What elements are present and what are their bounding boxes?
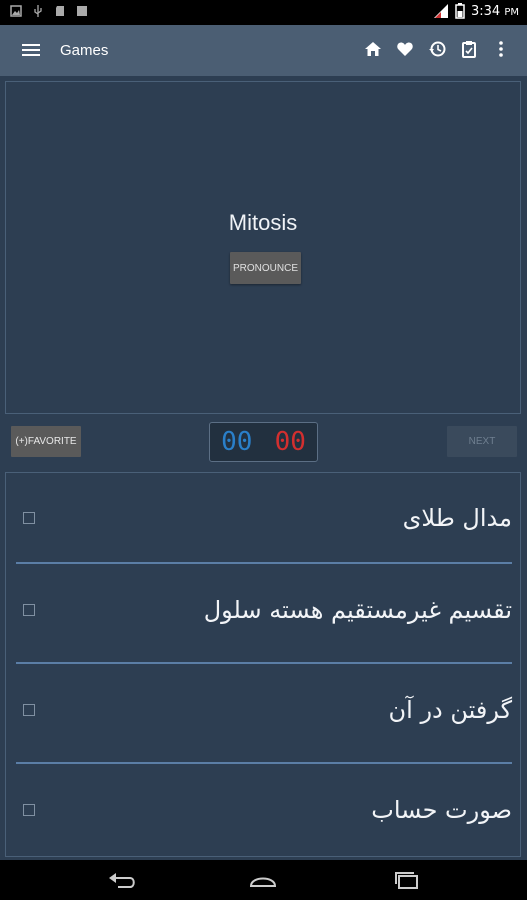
option-3[interactable]: گرفتن در آن [6, 665, 520, 755]
status-bar: 3:34 PM [0, 0, 527, 25]
heart-icon[interactable] [395, 39, 415, 59]
option-checkbox[interactable] [23, 704, 35, 716]
option-checkbox[interactable] [23, 804, 35, 816]
home-icon[interactable] [363, 39, 383, 59]
status-right: 3:34 PM [433, 3, 519, 19]
menu-icon[interactable] [22, 41, 42, 59]
back-icon[interactable] [106, 868, 140, 892]
option-4[interactable]: صورت حساب [6, 765, 520, 855]
notification-icons [10, 5, 88, 17]
score-wrong: 00 [274, 427, 306, 457]
clock: 3:34 PM [470, 3, 519, 19]
option-checkbox[interactable] [23, 604, 35, 616]
home-nav-icon[interactable] [246, 868, 280, 892]
option-divider [16, 662, 512, 664]
option-text: صورت حساب [371, 796, 512, 824]
option-checkbox[interactable] [23, 512, 35, 524]
option-text: گرفتن در آن [388, 696, 512, 724]
battery-icon [455, 3, 465, 19]
navigation-bar [0, 860, 527, 900]
option-2[interactable]: تقسیم غیرمستقیم هسته سلول [6, 565, 520, 655]
more-icon[interactable] [491, 39, 511, 59]
history-icon[interactable] [427, 39, 447, 59]
option-text: مدال طلای [402, 504, 512, 532]
usb-icon [34, 5, 42, 17]
option-1[interactable]: مدال طلای [6, 473, 520, 563]
clipboard-icon[interactable] [459, 39, 479, 59]
next-button[interactable]: NEXT [447, 426, 517, 457]
pronounce-button[interactable]: PRONOUNCE [230, 252, 301, 284]
app-toolbar: Games [0, 25, 527, 76]
image-icon [10, 5, 22, 17]
answer-options: مدال طلای تقسیم غیرمستقیم هسته سلول گرفت… [5, 472, 521, 857]
recent-apps-icon[interactable] [390, 868, 424, 892]
word-card: Mitosis PRONOUNCE [5, 81, 521, 414]
sdcard-icon [56, 6, 64, 16]
toolbar-actions [363, 39, 511, 59]
option-text: تقسیم غیرمستقیم هسته سلول [203, 596, 512, 624]
option-divider [16, 762, 512, 764]
app-title: Games [60, 42, 109, 59]
favorite-button[interactable]: (+)FAVORITE [11, 426, 81, 457]
photo-icon [77, 6, 87, 16]
signal-icon [433, 4, 448, 18]
option-divider [16, 562, 512, 564]
score-correct: 00 [221, 427, 253, 457]
score-box: 00 00 [209, 422, 318, 462]
question-word: Mitosis [228, 210, 298, 235]
